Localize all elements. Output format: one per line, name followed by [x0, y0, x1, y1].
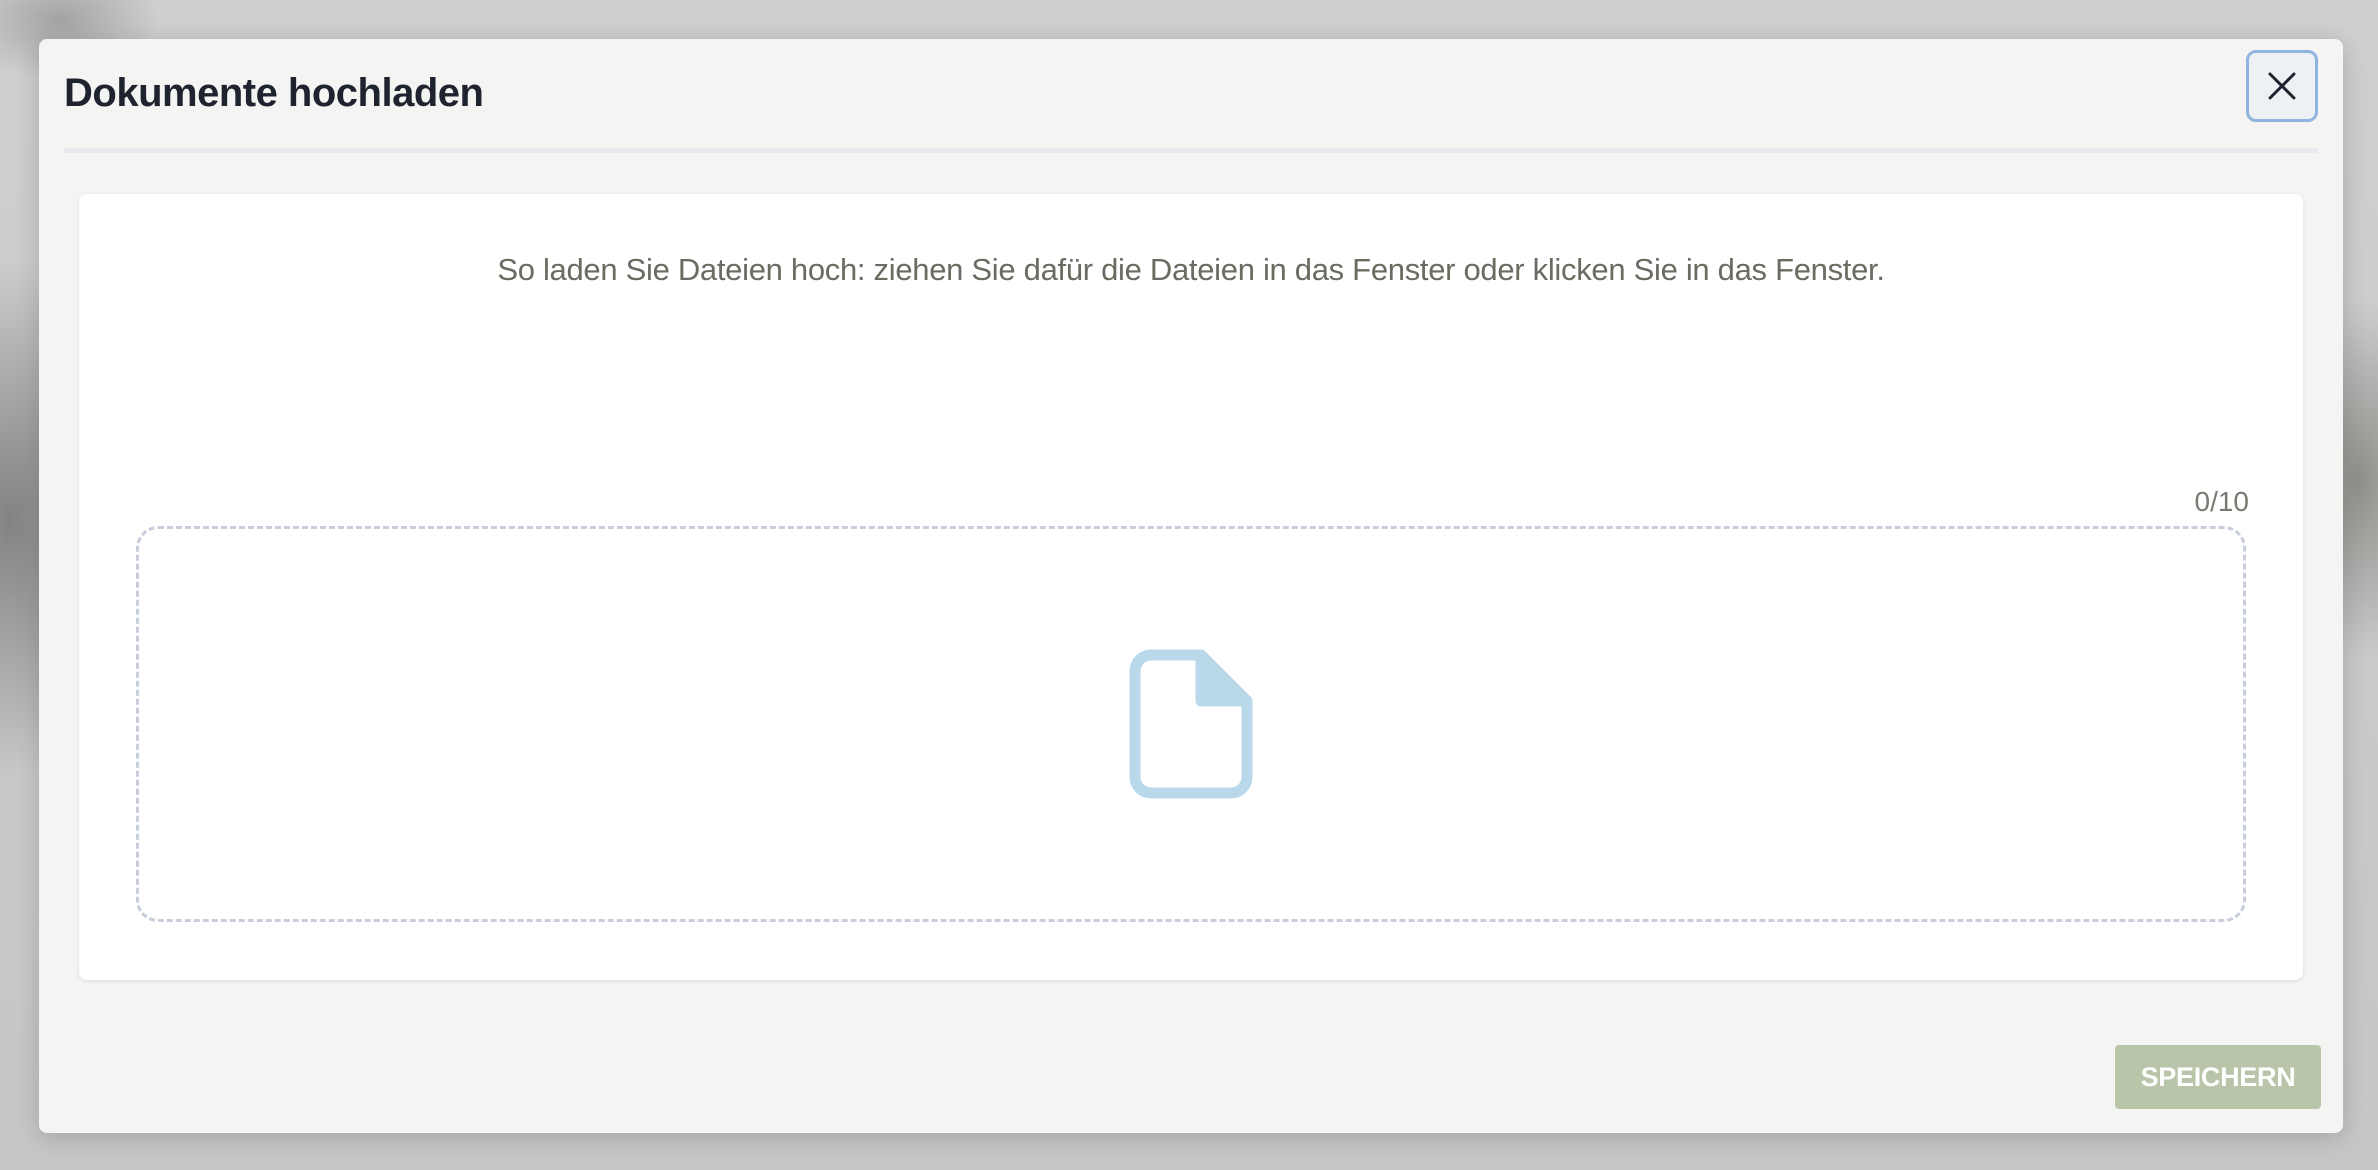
- file-icon: [1129, 649, 1253, 799]
- modal-title: Dokumente hochladen: [64, 71, 484, 115]
- file-dropzone[interactable]: [136, 526, 2246, 922]
- modal-header: Dokumente hochladen: [64, 39, 2318, 153]
- upload-card: So laden Sie Dateien hoch: ziehen Sie da…: [79, 194, 2303, 980]
- upload-modal: Dokumente hochladen So laden Sie Dateien…: [39, 39, 2343, 1133]
- close-button[interactable]: [2246, 50, 2318, 122]
- close-icon: [2268, 72, 2296, 100]
- file-count: 0/10: [2194, 486, 2250, 517]
- upload-instructions: So laden Sie Dateien hoch: ziehen Sie da…: [497, 252, 1885, 287]
- save-button[interactable]: SPEICHERN: [2115, 1045, 2321, 1109]
